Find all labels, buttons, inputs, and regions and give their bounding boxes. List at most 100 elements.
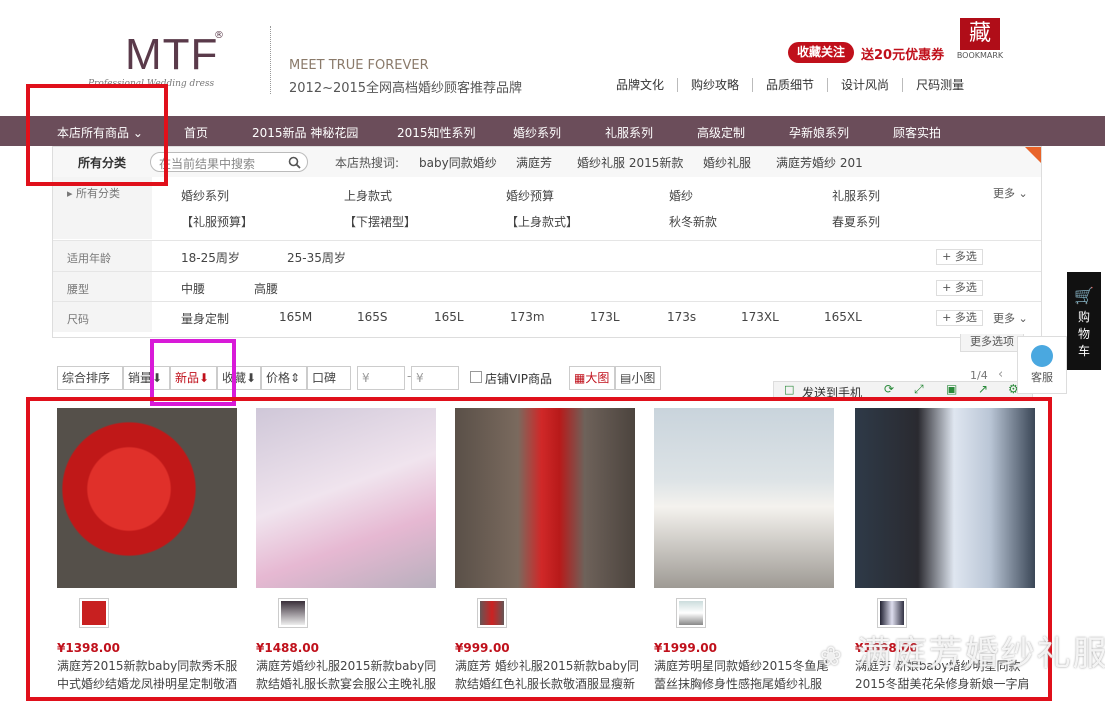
waist-option[interactable]: 中腰 <box>181 280 205 297</box>
hot-term[interactable]: 满庭芳婚纱 201 <box>776 154 863 171</box>
size-option[interactable]: 173s <box>667 310 696 324</box>
prev-page-icon[interactable]: ‹ <box>998 367 1003 382</box>
category-link[interactable]: 秋冬新款 <box>669 213 717 230</box>
nav-gown[interactable]: 礼服系列 <box>605 124 653 141</box>
save-icon[interactable]: ▣ <box>946 382 957 396</box>
size-option[interactable]: 173XL <box>741 310 779 324</box>
coupon-text[interactable]: 送20元优惠券 <box>861 44 944 63</box>
size-option[interactable]: 173m <box>510 310 545 324</box>
filter-panel: 所有分类 在当前结果中搜索 本店热搜词: baby同款婚纱 满庭芳 婚纱礼服 2… <box>52 146 1042 338</box>
nav-maternity[interactable]: 孕新娘系列 <box>789 124 849 141</box>
bookmark-button[interactable]: 藏 BOOKMARK <box>954 18 1006 62</box>
search-icon[interactable] <box>288 156 301 169</box>
more-options-button[interactable]: 更多选项 <box>960 334 1024 352</box>
link-design[interactable]: 设计风尚 <box>827 78 902 92</box>
size-option[interactable]: 173L <box>590 310 620 324</box>
cart-icon: 🛒 <box>1074 286 1094 305</box>
corner-flag-icon <box>1025 147 1041 163</box>
watermark: ❀ 满庭芳婚纱礼服 <box>820 634 1105 674</box>
customer-service-button[interactable]: 客服 <box>1017 336 1067 394</box>
refresh-icon[interactable]: ⟳ <box>884 382 894 396</box>
category-link[interactable]: 春夏系列 <box>832 213 880 230</box>
service-icon <box>1031 345 1053 367</box>
registered-mark: ® <box>214 30 224 41</box>
view-small-button[interactable]: ▤小图 <box>615 366 661 390</box>
nav-customer-photos[interactable]: 顾客实拍 <box>893 124 941 141</box>
share-icon[interactable]: ↗ <box>978 382 988 396</box>
slogan-english: MEET TRUE FOREVER <box>289 58 429 73</box>
slogan-chinese: 2012~2015全网高档婚纱顾客推荐品牌 <box>289 81 523 96</box>
category-link[interactable]: 【上身款式】 <box>506 213 578 230</box>
category-link[interactable]: 婚纱系列 <box>181 187 229 204</box>
grid-icon: ▦ <box>574 371 586 385</box>
sort-arrows-icon: ⇕ <box>290 371 301 385</box>
age-label: 适用年龄 <box>53 241 152 271</box>
category-link[interactable]: 婚纱 <box>669 187 693 204</box>
link-quality-detail[interactable]: 品质细节 <box>752 78 827 92</box>
search-row: 所有分类 在当前结果中搜索 本店热搜词: baby同款婚纱 满庭芳 婚纱礼服 2… <box>53 147 1041 177</box>
sort-price[interactable]: 价格⇕ <box>261 366 307 390</box>
category-label: ▸ 所有分类 <box>53 177 152 239</box>
sort-word-of-mouth[interactable]: 口碑 <box>307 366 351 390</box>
arrow-down-icon: ⬇ <box>246 371 257 385</box>
size-option[interactable]: 量身定制 <box>181 310 229 327</box>
header-divider <box>270 26 271 94</box>
size-option[interactable]: 165S <box>357 310 388 324</box>
hot-term[interactable]: 婚纱礼服 2015新款 <box>577 154 683 171</box>
age-row: 适用年龄 18-25周岁 25-35周岁 + 多选 <box>53 241 1041 271</box>
link-brand-culture[interactable]: 品牌文化 <box>603 78 677 92</box>
bookmark-icon: 藏 <box>960 18 1000 50</box>
more-sizes-button[interactable]: 更多 ⌄ <box>993 310 1028 326</box>
hot-term[interactable]: baby同款婚纱 <box>419 154 497 171</box>
favorite-store-button[interactable]: 收藏关注 <box>788 42 854 63</box>
view-big-button[interactable]: ▦大图 <box>569 366 615 390</box>
category-link[interactable]: 礼服系列 <box>832 187 880 204</box>
category-link[interactable]: 上身款式 <box>344 187 392 204</box>
nav-custom[interactable]: 高级定制 <box>697 124 745 141</box>
nav-home[interactable]: 首页 <box>184 124 208 141</box>
expand-icon[interactable]: ⤢ <box>914 382 924 397</box>
multi-select-button[interactable]: + 多选 <box>936 280 983 296</box>
price-max-input[interactable]: ¥ <box>411 366 459 390</box>
category-link[interactable]: 【下摆裙型】 <box>344 213 416 230</box>
size-label: 尺码 <box>53 302 152 332</box>
more-categories-button[interactable]: 更多 ⌄ <box>993 185 1028 201</box>
waist-option[interactable]: 高腰 <box>254 280 278 297</box>
price-min-input[interactable]: ¥ <box>357 366 405 390</box>
sort-composite[interactable]: 综合排序 <box>57 366 123 390</box>
service-label: 客服 <box>1031 371 1053 384</box>
waist-label: 腰型 <box>53 272 152 302</box>
cart-label: 购物车 <box>1077 310 1090 358</box>
category-link[interactable]: 【礼服预算】 <box>181 213 253 230</box>
age-option[interactable]: 18-25周岁 <box>181 249 240 266</box>
hot-term[interactable]: 婚纱礼服 <box>703 154 751 171</box>
nav-wedding-dress[interactable]: 婚纱系列 <box>513 124 561 141</box>
highlight-box-nav <box>26 84 168 186</box>
cart-sidebar-button[interactable]: 🛒 购物车 <box>1067 272 1101 370</box>
chevron-down-icon: ⌄ <box>1018 312 1028 325</box>
size-option[interactable]: 165XL <box>824 310 862 324</box>
nav-2015-new[interactable]: 2015新品 神秘花园 <box>252 124 358 141</box>
hot-search-label: 本店热搜词: <box>335 156 400 170</box>
phone-icon: □ <box>784 383 795 396</box>
wechat-icon: ❀ <box>820 642 844 672</box>
vip-checkbox[interactable] <box>470 371 482 383</box>
nav-2015-series[interactable]: 2015知性系列 <box>397 124 476 141</box>
size-option[interactable]: 165M <box>279 310 312 324</box>
link-buying-guide[interactable]: 购纱攻略 <box>677 78 752 92</box>
link-size-measure[interactable]: 尺码测量 <box>902 78 977 92</box>
size-option[interactable]: 165L <box>434 310 464 324</box>
age-option[interactable]: 25-35周岁 <box>287 249 346 266</box>
caret-right-icon: ▸ <box>67 187 77 200</box>
category-link[interactable]: 婚纱预算 <box>506 187 554 204</box>
bookmark-label: BOOKMARK <box>956 51 1004 60</box>
highlight-box-new-sort <box>150 339 236 406</box>
multi-select-button[interactable]: + 多选 <box>936 249 983 265</box>
multi-select-button[interactable]: + 多选 <box>936 310 983 326</box>
hot-term[interactable]: 满庭芳 <box>516 154 552 171</box>
chevron-down-icon: ⌄ <box>1018 187 1028 200</box>
brand-logo[interactable]: MTF <box>125 30 218 80</box>
search-placeholder: 在当前结果中搜索 <box>159 157 256 171</box>
search-input[interactable]: 在当前结果中搜索 <box>150 152 308 172</box>
category-row: ▸ 所有分类 婚纱系列 上身款式 婚纱预算 婚纱 礼服系列 【礼服预算】 【下摆… <box>53 177 1041 239</box>
